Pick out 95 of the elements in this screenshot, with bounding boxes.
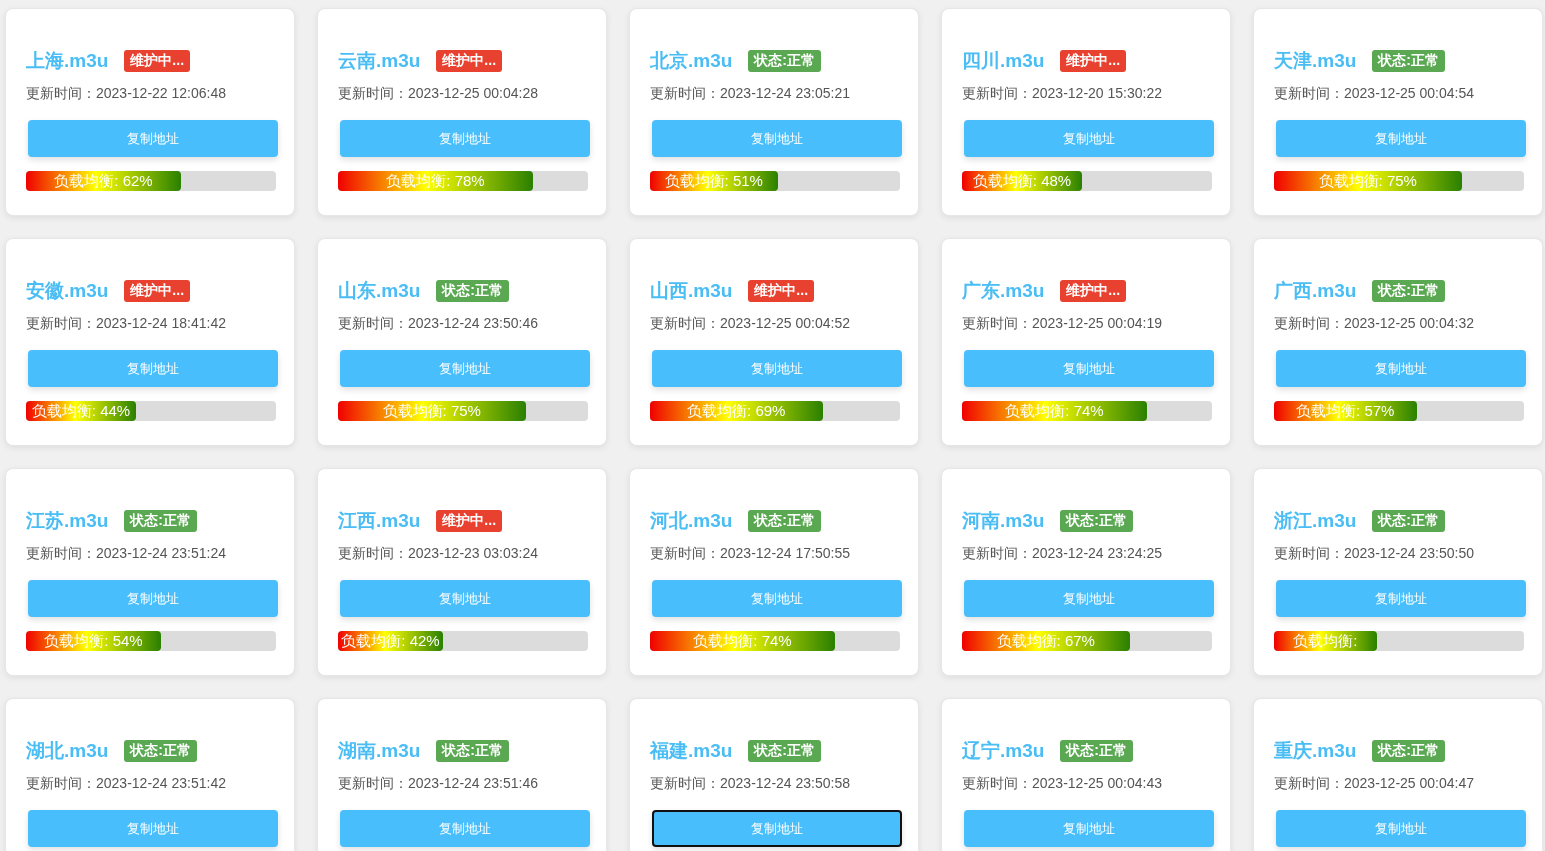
copy-address-button[interactable]: 复制地址 [964,120,1214,157]
copy-address-button[interactable]: 复制地址 [340,810,590,847]
playlist-title: 四川.m3u [962,49,1045,73]
load-label: 负载均衡: 67% [996,631,1095,651]
playlist-title: 福建.m3u [650,739,733,763]
copy-address-button[interactable]: 复制地址 [28,580,278,617]
copy-address-button[interactable]: 复制地址 [28,120,278,157]
playlist-title: 北京.m3u [650,49,733,73]
playlist-title: 广东.m3u [962,279,1045,303]
update-time: 更新时间：2023-12-23 03:03:24 [338,545,539,563]
update-time: 更新时间：2023-12-25 00:04:28 [338,85,539,103]
status-badge: 状态:正常 [1060,510,1134,532]
load-label: 负载均衡: 75% [382,401,481,421]
status-badge: 状态:正常 [748,510,822,532]
load-label: 负载均衡: [1293,631,1358,651]
copy-address-button[interactable]: 复制地址 [652,350,902,387]
copy-address-button[interactable]: 复制地址 [1276,810,1526,847]
update-time: 更新时间：2023-12-25 00:04:52 [650,315,851,333]
status-badge: 状态:正常 [436,280,510,302]
copy-address-button[interactable]: 复制地址 [340,350,590,387]
status-badge: 状态:正常 [748,50,822,72]
update-time: 更新时间：2023-12-24 18:41:42 [26,315,227,333]
copy-address-button[interactable]: 复制地址 [1276,120,1526,157]
playlist-title: 天津.m3u [1274,49,1357,73]
status-badge: 状态:正常 [124,510,198,532]
load-label: 负载均衡: 57% [1296,401,1395,421]
status-badge: 状态:正常 [436,740,510,762]
playlist-title: 重庆.m3u [1274,739,1357,763]
load-label: 负载均衡: 75% [1318,171,1417,191]
copy-address-button[interactable]: 复制地址 [964,350,1214,387]
playlist-title: 浙江.m3u [1274,509,1357,533]
load-label: 负载均衡: 78% [386,171,485,191]
playlist-title: 山西.m3u [650,279,733,303]
load-label: 负载均衡: 42% [341,631,440,651]
playlist-title: 辽宁.m3u [962,739,1045,763]
update-time: 更新时间：2023-12-24 17:50:55 [650,545,851,563]
copy-address-button[interactable]: 复制地址 [1276,580,1526,617]
copy-address-button[interactable]: 复制地址 [652,120,902,157]
status-badge: 维护中... [124,50,191,72]
copy-address-button[interactable]: 复制地址 [652,580,902,617]
load-label: 负载均衡: 44% [31,401,131,421]
update-time: 更新时间：2023-12-24 23:50:58 [650,775,851,793]
status-badge: 维护中... [1060,50,1127,72]
update-time: 更新时间：2023-12-24 23:05:21 [650,85,851,103]
load-label: 负载均衡: 62% [54,171,153,191]
playlist-title: 云南.m3u [338,49,421,73]
copy-address-button[interactable]: 复制地址 [1276,350,1526,387]
load-label: 负载均衡: 74% [1005,401,1104,421]
update-time: 更新时间：2023-12-25 00:04:54 [1274,85,1475,103]
status-badge: 维护中... [436,510,503,532]
load-label: 负载均衡: 48% [972,171,1072,191]
playlist-title: 河北.m3u [650,509,733,533]
status-badge: 状态:正常 [124,740,198,762]
status-badge: 维护中... [124,280,191,302]
copy-address-button[interactable]: 复制地址 [28,810,278,847]
update-time: 更新时间：2023-12-20 15:30:22 [962,85,1163,103]
status-badge: 状态:正常 [1372,280,1446,302]
update-time: 更新时间：2023-12-25 00:04:32 [1274,315,1475,333]
load-label: 负载均衡: 51% [664,171,763,191]
playlist-title: 河南.m3u [962,509,1045,533]
status-badge: 维护中... [748,280,815,302]
playlist-title: 山东.m3u [338,279,421,303]
update-time: 更新时间：2023-12-24 23:50:46 [338,315,539,333]
playlist-title: 江苏.m3u [26,509,109,533]
load-label: 负载均衡: 74% [693,631,792,651]
status-badge: 维护中... [436,50,503,72]
copy-address-button[interactable]: 复制地址 [964,580,1214,617]
playlist-title: 安徽.m3u [26,279,109,303]
update-time: 更新时间：2023-12-24 23:50:50 [1274,545,1475,563]
playlist-title: 江西.m3u [338,509,421,533]
update-time: 更新时间：2023-12-22 12:06:48 [26,85,227,103]
load-label: 负载均衡: 69% [687,401,786,421]
status-badge: 状态:正常 [1060,740,1134,762]
status-badge: 维护中... [1060,280,1127,302]
copy-address-button[interactable]: 复制地址 [28,350,278,387]
update-time: 更新时间：2023-12-24 23:24:25 [962,545,1163,563]
update-time: 更新时间：2023-12-24 23:51:46 [338,775,539,793]
update-time: 更新时间：2023-12-25 00:04:43 [962,775,1163,793]
playlist-title: 上海.m3u [26,49,109,73]
update-time: 更新时间：2023-12-25 00:04:47 [1274,775,1475,793]
copy-address-button[interactable]: 复制地址 [340,580,590,617]
playlist-title: 湖南.m3u [338,739,421,763]
load-label: 负载均衡: 54% [44,631,143,651]
playlist-title: 广西.m3u [1274,279,1357,303]
update-time: 更新时间：2023-12-24 23:51:24 [26,545,227,563]
status-badge: 状态:正常 [1372,50,1446,72]
status-badge: 状态:正常 [1372,510,1446,532]
copy-address-button[interactable]: 复制地址 [340,120,590,157]
status-badge: 状态:正常 [1372,740,1446,762]
update-time: 更新时间：2023-12-24 23:51:42 [26,775,227,793]
playlist-title: 湖北.m3u [26,739,109,763]
status-badge: 状态:正常 [748,740,822,762]
update-time: 更新时间：2023-12-25 00:04:19 [962,315,1163,333]
copy-address-button[interactable]: 复制地址 [964,810,1214,847]
copy-address-button[interactable]: 复制地址 [652,810,902,847]
